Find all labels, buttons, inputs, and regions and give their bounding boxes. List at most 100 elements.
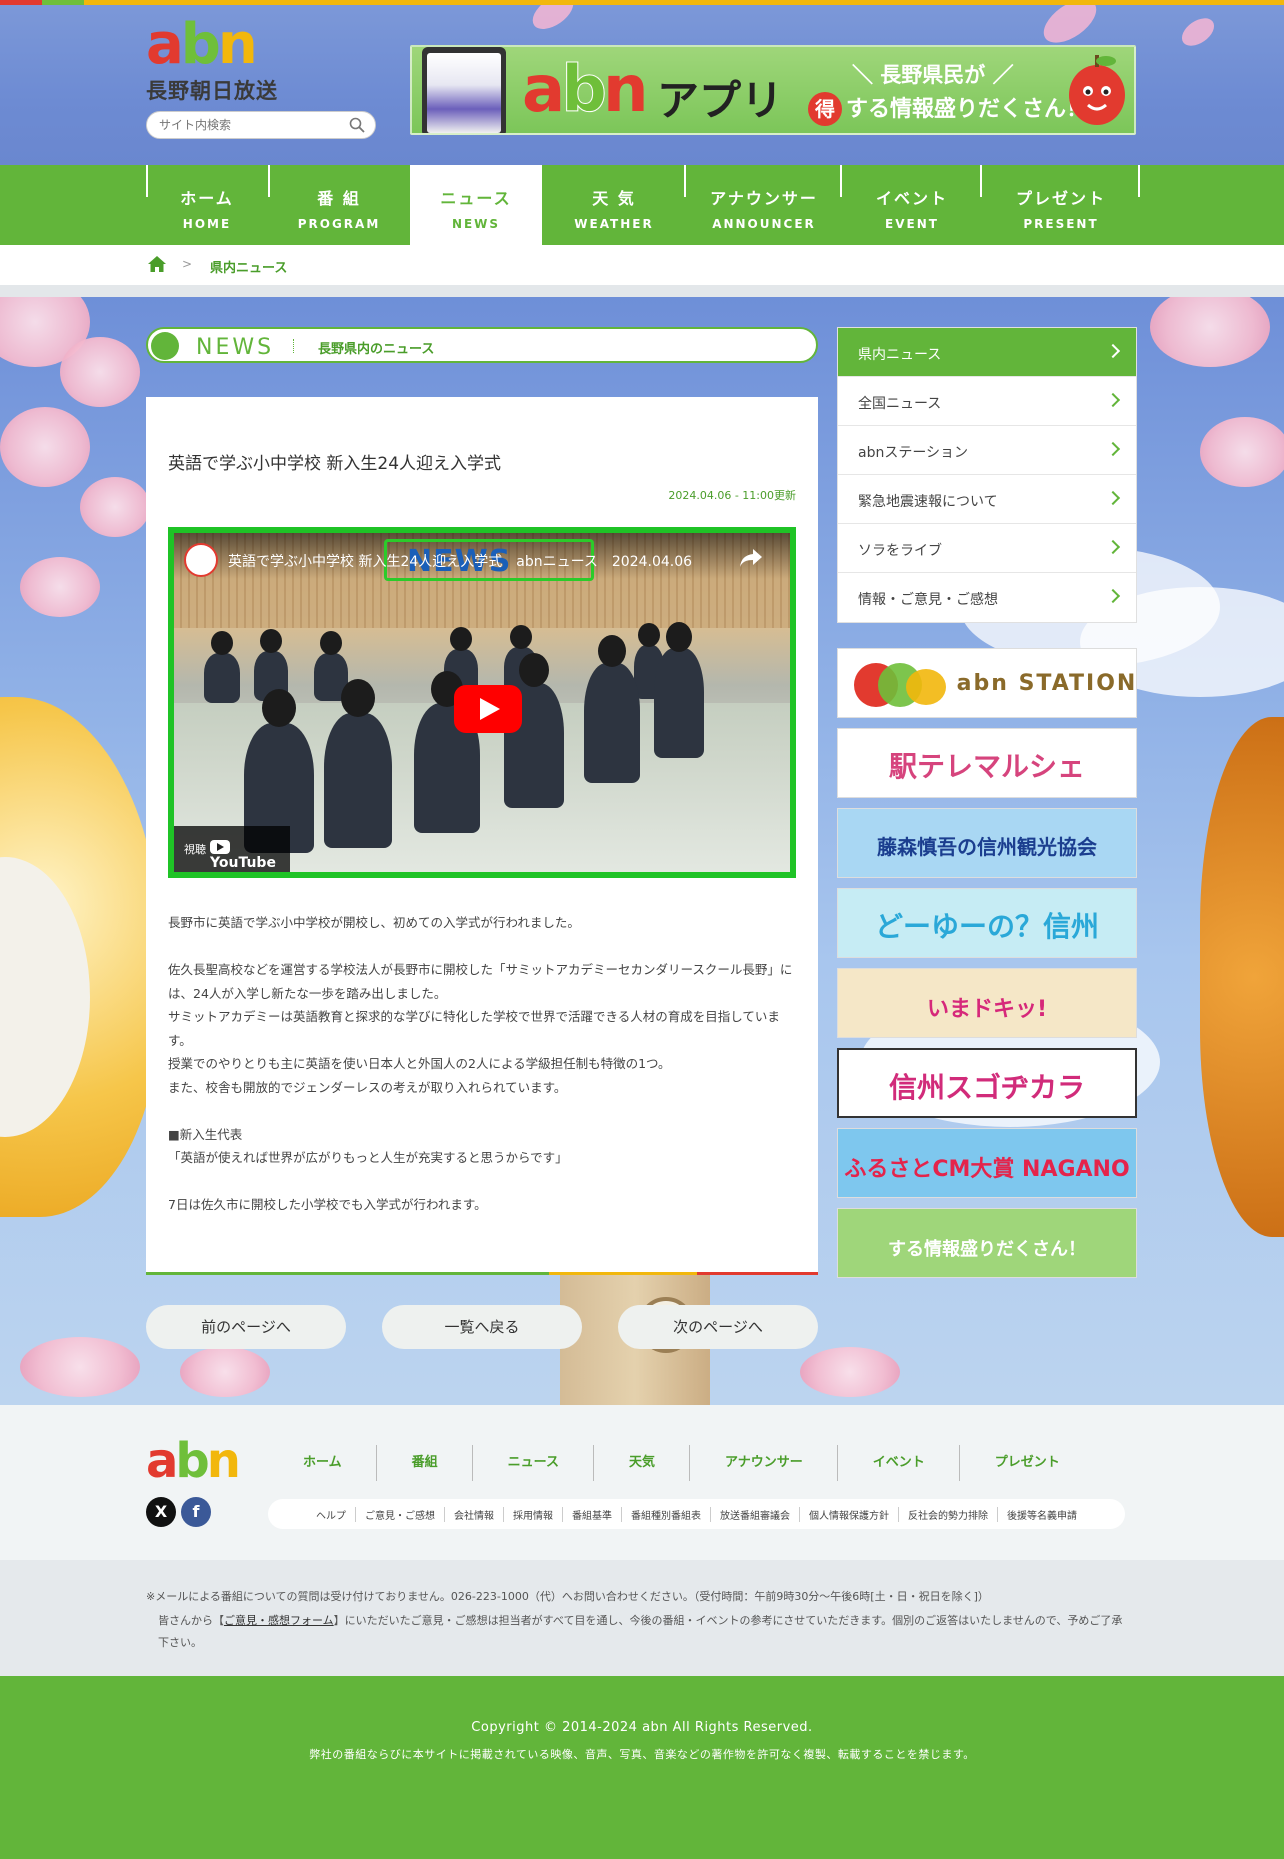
nav-announcer-label: アナウンサー — [710, 189, 818, 208]
footer-link[interactable]: 会社情報 — [445, 1506, 504, 1522]
x-twitter-icon[interactable]: X — [146, 1497, 176, 1527]
site-logo[interactable]: abn 長野朝日放送 — [146, 17, 286, 107]
nav-announcer[interactable]: アナウンサー ANNOUNCER — [686, 165, 842, 245]
section-label: NEWS — [196, 335, 275, 360]
section-dot-icon — [151, 332, 179, 360]
footer-link[interactable]: 反社会的勢力排除 — [899, 1506, 998, 1522]
section-subtitle: 長野県内のニュース — [318, 342, 435, 357]
article-paragraph: 授業でのやりとりも主に英語を使い日本人と外国人の2人による学級担任制も特徴の1つ… — [168, 1056, 671, 1071]
nav-program[interactable]: 番 組 PROGRAM — [268, 165, 410, 245]
blossom-decoration — [20, 1337, 140, 1397]
footer-nav-present[interactable]: プレゼント — [960, 1445, 1095, 1481]
breadcrumb-separator: > — [182, 257, 193, 271]
footer-link[interactable]: ご意見・ご感想 — [356, 1506, 445, 1522]
side-menu-item[interactable]: 全国ニュース — [838, 377, 1136, 426]
global-nav: ホーム HOME 番 組 PROGRAM ニュース NEWS 天 気 WEATHER ア… — [0, 165, 1284, 245]
nav-present-label: プレゼント — [1015, 189, 1106, 208]
next-page-button[interactable]: 次のページへ — [618, 1305, 818, 1349]
copyright-text: Copyright © 2014-2024 abn All Rights Res… — [471, 1720, 813, 1735]
search-icon[interactable] — [349, 117, 365, 133]
footer-nav-program[interactable]: 番組 — [377, 1445, 473, 1481]
article-title: 英語で学ぶ小中学校 新入生24人迎え入学式 — [168, 454, 502, 474]
side-menu-item[interactable]: 県内ニュース — [838, 328, 1136, 377]
chevron-right-icon — [1105, 539, 1121, 555]
banner-tagline-2: 得する情報盛りだくさん！ — [808, 91, 1088, 126]
banner-shinshu-kanko[interactable]: 藤森慎吾の信州観光協会 — [837, 808, 1137, 878]
notice-text: 皆さんから【 — [158, 1614, 224, 1627]
share-icon[interactable] — [738, 545, 764, 571]
banner-abn-station[interactable]: abn STATION — [837, 648, 1137, 718]
video-player[interactable]: NEWS 英語で学ぶ小中学校 新入生24人迎え入学式 abnニュース 2024.… — [168, 527, 796, 878]
footer-nav-announcer[interactable]: アナウンサー — [690, 1445, 838, 1481]
nav-weather-label: 天 気 — [592, 189, 636, 208]
banner-tagline-text: する情報盛りだくさん！ — [846, 97, 1089, 122]
search-input[interactable] — [159, 112, 339, 138]
footer-nav-label: イベント — [872, 1455, 925, 1470]
blossom-decoration — [800, 1347, 900, 1397]
chevron-right-icon — [1105, 343, 1121, 359]
footer-link[interactable]: 番組基準 — [563, 1506, 622, 1522]
footer-nav-weather[interactable]: 天気 — [594, 1445, 691, 1481]
nav-event[interactable]: イベント EVENT — [842, 165, 982, 245]
banner-ima-doki[interactable]: いまドキッ! — [837, 968, 1137, 1038]
nav-home[interactable]: ホーム HOME — [146, 165, 268, 245]
side-menu-item[interactable]: 情報・ご意見・ご感想 — [838, 573, 1136, 622]
section-divider — [293, 339, 294, 353]
footer-link[interactable]: 番組種別番組表 — [622, 1506, 711, 1522]
article-paragraph: 7日は佐久市に開校した小学校でも入学式が行われます。 — [168, 1197, 487, 1212]
footer-link[interactable]: 個人情報保護方針 — [800, 1506, 899, 1522]
back-to-list-button[interactable]: 一覧へ戻る — [382, 1305, 582, 1349]
audience-figure — [204, 631, 240, 703]
footer-link[interactable]: ヘルプ — [307, 1506, 356, 1522]
nav-present-sublabel: PRESENT — [1023, 217, 1099, 231]
nav-weather[interactable]: 天 気 WEATHER — [542, 165, 686, 245]
abn-app-banner[interactable]: abn アプリ ＼ 長野県民が ／ 得する情報盛りだくさん！ — [410, 45, 1136, 135]
youtube-play-icon — [210, 840, 230, 854]
chevron-right-icon — [1105, 441, 1121, 457]
blossom-decoration — [1200, 417, 1284, 487]
banner-eki-tele-marche[interactable]: 駅テレマルシェ — [837, 728, 1137, 798]
chevron-right-icon — [1105, 392, 1121, 408]
mascot-right — [1200, 717, 1284, 1237]
footer-nav-label: プレゼント — [994, 1455, 1060, 1470]
nav-home-sublabel: HOME — [182, 217, 232, 231]
petal-decoration — [1176, 12, 1220, 52]
article-body: 長野市に英語で学ぶ小中学校が開校し、初めての入学式が行われました。 佐久長聖高校… — [168, 911, 796, 1217]
footer-link[interactable]: 採用情報 — [504, 1506, 563, 1522]
side-menu-item[interactable]: abnステーション — [838, 426, 1136, 475]
footer-nav-news[interactable]: ニュース — [473, 1445, 594, 1481]
footer-nav-label: ホーム — [303, 1455, 342, 1470]
play-button[interactable] — [454, 685, 522, 733]
prev-page-button[interactable]: 前のページへ — [146, 1305, 346, 1349]
video-title[interactable]: 英語で学ぶ小中学校 新入生24人迎え入学式 abnニュース 2024.04.06 — [228, 551, 692, 571]
banner-tagline-1: ＼ 長野県民が ／ — [852, 63, 1014, 87]
footer-nav-label: ニュース — [507, 1455, 559, 1470]
blossom-decoration — [60, 337, 140, 407]
feedback-form-link[interactable]: ご意見・感想フォーム — [224, 1614, 334, 1627]
nav-news[interactable]: ニュース NEWS — [410, 165, 542, 245]
side-menu-item[interactable]: 緊急地震速報について — [838, 475, 1136, 524]
home-icon[interactable] — [147, 255, 167, 273]
banner-shinshu-sugojikara[interactable]: 信州スゴヂカラ — [837, 1048, 1137, 1118]
facebook-icon[interactable]: f — [181, 1497, 211, 1527]
footer-nav-label: 番組 — [411, 1455, 438, 1470]
footer-link[interactable]: 放送番組審議会 — [711, 1506, 800, 1522]
footer-nav-home[interactable]: ホーム — [268, 1445, 377, 1481]
blossom-decoration — [80, 477, 150, 537]
nav-present[interactable]: プレゼント PRESENT — [982, 165, 1140, 245]
nav-event-label: イベント — [875, 189, 948, 208]
footer-nav-event[interactable]: イベント — [838, 1445, 960, 1481]
nav-announcer-sublabel: ANNOUNCER — [712, 217, 816, 231]
side-menu-label: 全国ニュース — [858, 396, 942, 412]
banner-abn-app-small[interactable]: する情報盛りだくさん！ — [837, 1208, 1137, 1278]
watch-on-youtube[interactable]: 視聴 YouTube — [174, 826, 290, 872]
footer-link[interactable]: 後援等名義申請 — [998, 1507, 1086, 1522]
side-menu-label: 県内ニュース — [858, 347, 942, 363]
side-menu-item[interactable]: ソラをライブ — [838, 524, 1136, 573]
banner-do-you-know-shinshu[interactable]: どーゆーの？信州 — [837, 888, 1137, 958]
channel-avatar[interactable] — [184, 543, 218, 577]
blossom-decoration — [0, 407, 90, 487]
banner-furusato-cm[interactable]: ふるさとCM大賞 NAGANO — [837, 1128, 1137, 1198]
banner-text: abn STATION — [956, 671, 1137, 696]
footer-logo[interactable]: abn — [146, 1433, 241, 1489]
